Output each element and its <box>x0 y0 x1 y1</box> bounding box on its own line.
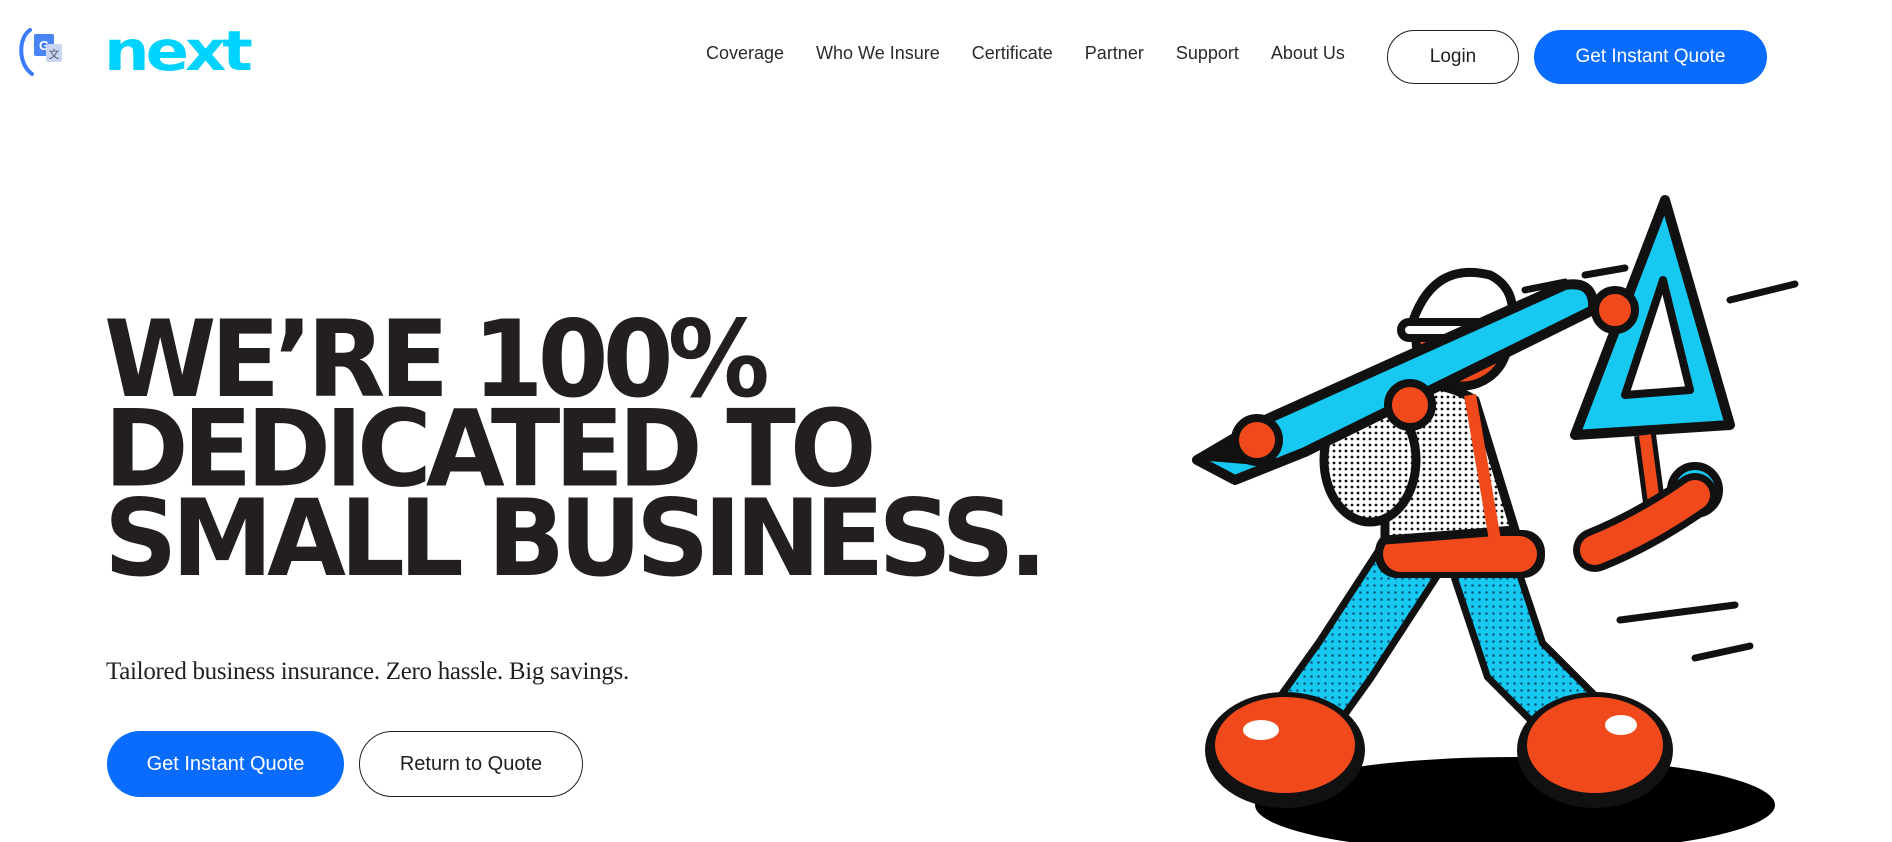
headline-line-3: SMALL BUSINESS. <box>104 477 1048 601</box>
hero-subhead: Tailored business insurance. Zero hassle… <box>106 658 629 685</box>
nav-certificate[interactable]: Certificate <box>972 43 1053 64</box>
login-button[interactable]: Login <box>1387 30 1519 84</box>
hero-get-quote-button[interactable]: Get Instant Quote <box>107 731 344 797</box>
nav-support[interactable]: Support <box>1176 43 1239 64</box>
hero-illustration <box>1175 190 1815 842</box>
return-to-quote-button[interactable]: Return to Quote <box>359 731 583 797</box>
google-translate-icon[interactable]: G 文 <box>14 24 66 80</box>
nav-about-us[interactable]: About Us <box>1271 43 1345 64</box>
logo-wordmark: next <box>104 19 253 84</box>
main-nav: Coverage Who We Insure Certificate Partn… <box>706 43 1345 64</box>
svg-text:文: 文 <box>49 47 60 61</box>
hero-headline: WE’RE 100% DEDICATED TO SMALL BUSINESS. <box>104 307 1104 601</box>
nav-partner[interactable]: Partner <box>1085 43 1144 64</box>
next-logo[interactable]: next <box>104 19 284 86</box>
nav-coverage[interactable]: Coverage <box>706 43 784 64</box>
nav-who-we-insure[interactable]: Who We Insure <box>816 43 940 64</box>
header-get-quote-button[interactable]: Get Instant Quote <box>1534 30 1767 84</box>
